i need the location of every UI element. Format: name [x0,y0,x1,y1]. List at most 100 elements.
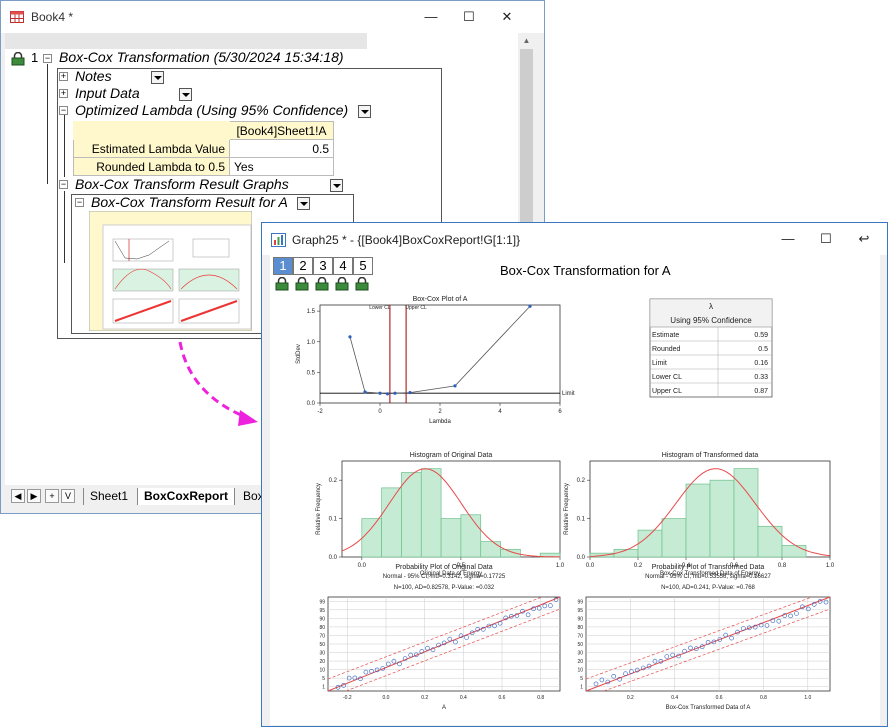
charts-svg: Box-Cox Plot of A -2 0 2 4 6 0.0 0.5 1.0 1.5 Lambd… [296,296,835,711]
graph-title-bar[interactable]: Graph25 * - {[Book4]BoxCoxReport!G[1:1]}… [262,223,887,255]
hist-original-title: Histogram of Original Data [410,452,493,459]
hist-transformed-bar [685,483,711,558]
result-graphs-dropdown[interactable] [330,179,343,192]
lambda-summary-label: Upper CL [652,388,682,395]
prob-original-y-tick-label: 20 [319,659,325,665]
lambda-summary-label: Lower CL [652,374,682,381]
tab-boxcox-report[interactable]: BoxCoxReport [137,488,236,505]
tab-prev-button[interactable]: ◀ [11,489,25,503]
prob-transformed-y-tick-label: 1 [580,685,583,691]
add-sheet-button[interactable]: + [45,489,59,503]
minimize-button[interactable]: — [769,231,807,247]
boxcox-point [363,390,367,394]
book-title: Book4 * [31,10,74,24]
hist-transformed-y-tick-label: 0.1 [577,517,586,523]
lambda-summary-value: 0.59 [754,332,768,339]
prob-transformed-y-tick-label: 10 [577,668,583,674]
lambda-row-value: 0.5 [229,139,334,158]
node-notes[interactable]: Notes [75,68,112,84]
node-result-graphs[interactable]: Box-Cox Transform Result Graphs [75,176,289,192]
prob-original-x-tick-label: 0.2 [421,695,428,701]
prob-transformed-x-tick-label: 1.0 [804,695,811,701]
prob-original-subtitle: Normal - 95% CI, mu=0.3142, sigma=0.1772… [383,574,506,580]
scrollbar-thumb[interactable] [520,49,533,249]
prob-transformed-title: Probability Plot of Transformed Data [652,564,765,571]
notes-dropdown[interactable] [151,71,164,84]
boxcox-x-tick-label: 2 [438,409,442,415]
restore-button[interactable]: ↩ [845,231,883,247]
collapse-toggle[interactable]: − [43,54,52,63]
prob-transformed-y-tick-label: 99 [577,599,583,605]
hist-original-bar [480,541,501,558]
hist-original-bar [440,518,462,558]
prob-transformed-x-label: Box-Cox Transformed Data of A [666,705,751,711]
prob-original-y-tick-label: 95 [319,608,325,614]
graph-window[interactable]: Graph25 * - {[Book4]BoxCoxReport!G[1:1]}… [261,222,888,727]
lambda-summary-subheader: Using 95% Confidence [670,316,752,325]
cl-label: Upper CL [405,305,427,311]
prob-original-subtitle: N=100, AD=0.82578, P-Value: =0.032 [394,585,495,591]
expand-toggle[interactable]: + [59,89,68,98]
prob-original-y-tick-label: 10 [319,668,325,674]
hist-transformed-y-label: Relative Frequency [564,483,570,535]
tab-sheet1[interactable]: Sheet1 [83,488,134,505]
maximize-button[interactable]: ☐ [450,9,488,25]
node-result-for-a[interactable]: Box-Cox Transform Result for A [91,194,288,210]
lambda-summary-label: Limit [652,360,667,367]
boxcox-x-label: Lambda [429,419,451,425]
lock-icon[interactable] [11,52,25,66]
lambda-row-value: Yes [229,157,334,176]
lambda-summary-value: 0.87 [754,388,768,395]
result-for-a-dropdown[interactable] [297,197,310,210]
boxcox-x-tick-label: 4 [498,409,502,415]
book-title-bar[interactable]: Book4 * — ☐ ✕ [1,1,544,33]
collapse-toggle[interactable]: − [59,180,68,189]
graph-thumbnail[interactable] [89,211,252,331]
close-button[interactable]: ✕ [488,9,526,25]
boxcox-y-label: StdDev [296,344,302,364]
boxcox-point [348,335,352,339]
hist-original-x-tick-label: 1.0 [556,563,565,569]
hist-original-bar [420,468,442,558]
minimize-button[interactable]: — [412,9,450,25]
scroll-up-icon[interactable]: ▲ [519,33,534,48]
expand-toggle[interactable]: + [59,72,68,81]
report-header-strip [5,33,367,49]
hist-transformed-bar [781,545,807,558]
sheet-list-button[interactable]: V [61,489,75,503]
lambda-summary-value: 0.16 [754,360,768,367]
hist-original-y-tick-label: 0.1 [329,517,338,523]
limit-label: Limit [562,391,575,397]
prob-original-x-tick-label: 0.0 [383,695,390,701]
hist-transformed-title: Histogram of Transformed data [662,452,759,459]
report-root-title: Box-Cox Transformation (5/30/2024 15:34:… [59,49,344,65]
report-index: 1 [31,50,39,65]
boxcox-x-tick-label: -2 [317,409,323,415]
prob-transformed-x-tick-label: 0.2 [627,695,634,701]
graph-page[interactable]: 1 2 3 4 5 Box-Cox Transformation for A B… [270,255,880,725]
graph-icon [271,233,286,247]
optimized-lambda-dropdown[interactable] [358,105,371,118]
lambda-summary-label: Estimate [652,332,679,339]
input-data-dropdown[interactable] [179,88,192,101]
node-input-data[interactable]: Input Data [75,85,140,101]
lambda-table-header: [Book4]Sheet1!A [229,121,334,140]
tab-next-button[interactable]: ▶ [27,489,41,503]
collapse-toggle[interactable]: − [75,198,84,207]
boxcox-point [385,392,390,396]
workbook-icon [10,11,24,23]
lambda-symbol: λ [709,302,713,311]
prob-transformed-subtitle: Normal - 95% CI, mu=0.53556, sigma=0.166… [645,574,771,580]
collapse-toggle[interactable]: − [59,106,68,115]
boxcox-y-tick-label: 1.5 [307,309,316,315]
boxcox-point [393,391,397,395]
maximize-button[interactable]: ☐ [807,231,845,247]
graph-title: Graph25 * - {[Book4]BoxCoxReport!G[1:1]} [292,233,521,247]
prob-original-y-tick-label: 30 [319,651,325,657]
hist-original-bar [361,518,382,558]
hist-transformed-bar [661,518,687,558]
prob-original-x-label: A [442,705,446,711]
prob-original-y-tick-label: 5 [322,676,325,682]
pointer-arrow [178,341,258,426]
node-optimized-lambda[interactable]: Optimized Lambda (Using 95% Confidence) [75,102,348,118]
